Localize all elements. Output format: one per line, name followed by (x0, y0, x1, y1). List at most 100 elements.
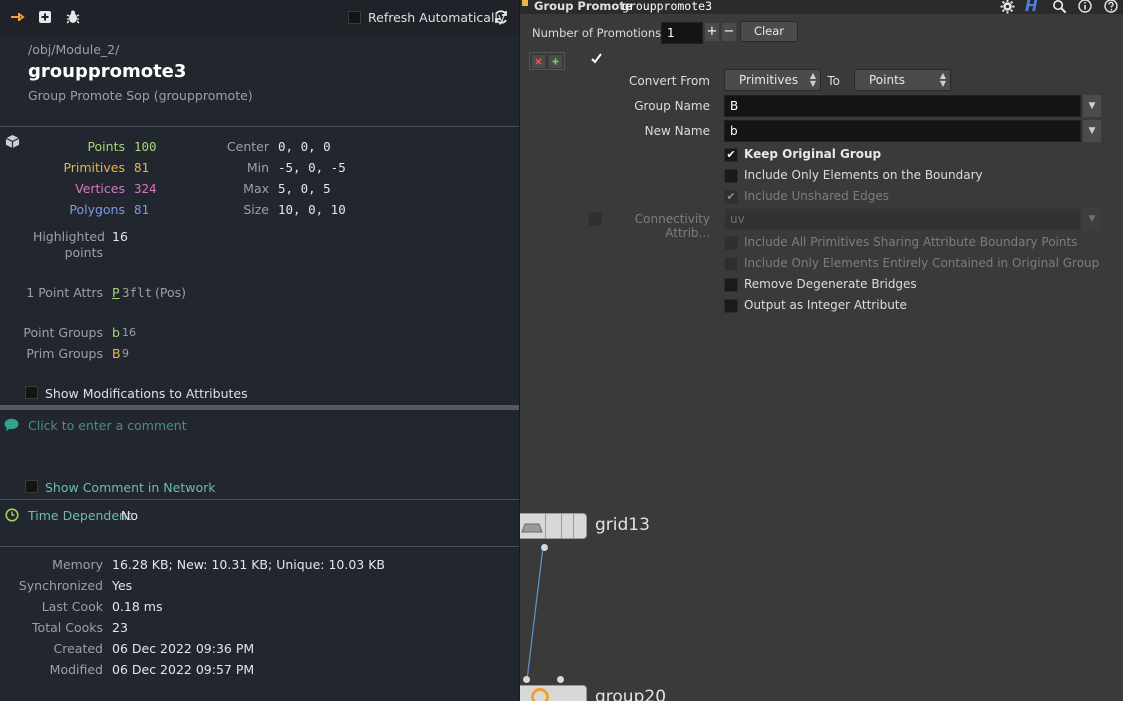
convert-to-menu[interactable]: Points ▲ ▼ (854, 69, 951, 91)
points-value: 100 (134, 139, 157, 154)
help-icon[interactable] (1104, 0, 1118, 16)
contained-only-checkbox[interactable] (724, 257, 738, 271)
convert-from-label: Convert From (629, 74, 710, 88)
refresh-icon[interactable] (493, 9, 509, 25)
keep-original-group-checkbox[interactable]: ✔ (724, 148, 738, 162)
convert-from-menu[interactable]: Primitives ▲ ▼ (724, 69, 821, 91)
node-wire (526, 546, 544, 681)
connectivity-input[interactable]: uv (724, 208, 1081, 230)
connectivity-enable-checkbox[interactable] (588, 212, 602, 226)
last-cook-label: Last Cook (41, 599, 103, 614)
node-color-icon (522, 0, 528, 6)
point-group-count: 16 (122, 326, 136, 339)
menu-arrows-icon: ▲ ▼ (939, 71, 946, 88)
synchronized-label: Synchronized (18, 578, 103, 593)
created-value: 06 Dec 2022 09:36 PM (112, 641, 255, 656)
convert-from-value: Primitives (739, 73, 799, 87)
highlighted-value: 16 (112, 229, 128, 244)
center-label: Center (226, 139, 269, 154)
remove-degenerate-checkbox[interactable] (724, 278, 738, 292)
min-label: Min (246, 160, 269, 175)
new-name-input[interactable]: b (724, 120, 1081, 142)
comment-input[interactable]: Click to enter a comment (28, 418, 187, 433)
center-value: 0, 0, 0 (278, 139, 331, 154)
refresh-automatically-checkbox[interactable] (348, 11, 361, 24)
connectivity-label: Connectivity Attrib... (634, 212, 710, 240)
modified-value: 06 Dec 2022 09:57 PM (112, 662, 255, 677)
node-name-field[interactable]: grouppromote3 (622, 0, 712, 13)
share-boundary-checkbox[interactable] (724, 236, 738, 250)
gear-icon[interactable] (1000, 0, 1015, 17)
input-connector[interactable] (523, 676, 530, 683)
prim-group-name: B (112, 346, 121, 361)
boundary-only-checkbox[interactable] (724, 169, 738, 183)
highlighted-label-2: points (64, 245, 103, 260)
bug-icon[interactable] (65, 9, 81, 25)
input-connector[interactable] (557, 676, 564, 683)
polygons-value: 81 (134, 202, 150, 217)
info-toolbar: Refresh Automatically (0, 0, 519, 34)
splitter[interactable] (0, 405, 519, 410)
add-promotion-button[interactable]: + (705, 23, 719, 41)
max-label: Max (243, 181, 269, 196)
multiparm-enable-checkmark[interactable] (590, 52, 603, 68)
node-path: /obj/Module_2/ (28, 42, 120, 57)
show-modifications-checkbox[interactable] (25, 386, 38, 399)
node-grid13-label[interactable]: grid13 (595, 515, 650, 535)
show-modifications-label: Show Modifications to Attributes (45, 386, 248, 401)
output-connector[interactable] (541, 544, 548, 551)
num-promotions-input[interactable]: 1 (661, 22, 703, 44)
connectivity-dropdown-icon[interactable]: ▼ (1083, 208, 1101, 230)
cube-icon (5, 134, 20, 152)
houdini-h-icon[interactable]: H (1025, 0, 1038, 15)
share-boundary-label: Include All Primitives Sharing Attribute… (744, 235, 1078, 249)
menu-arrows-icon: ▲ ▼ (809, 71, 816, 88)
node-name: grouppromote3 (28, 61, 187, 82)
point-attrs-label: 1 Point Attrs (26, 285, 103, 300)
insert-icon[interactable] (549, 55, 562, 68)
time-dependent-label: Time Dependent (28, 508, 132, 523)
show-comment-checkbox[interactable] (25, 480, 38, 493)
node-group20-label[interactable]: group20 (595, 687, 666, 701)
total-cooks-value: 23 (112, 620, 128, 635)
point-attr-note: (Pos) (155, 285, 187, 300)
node-flag-divider (573, 513, 574, 539)
min-value: -5, 0, -5 (278, 160, 346, 175)
refresh-automatically-label: Refresh Automatically (368, 10, 506, 25)
integer-attribute-checkbox[interactable] (724, 299, 738, 313)
parameter-header: Group Promote grouppromote3 H (520, 0, 1123, 17)
node-flag-divider (545, 513, 546, 539)
unshared-edges-checkbox[interactable]: ✔ (724, 190, 738, 204)
network-editor[interactable]: grid13 group20 (519, 449, 1123, 701)
speech-bubble-icon (4, 418, 19, 435)
node-info-panel: Refresh Automatically /obj/Module_2/ gro… (0, 0, 519, 701)
search-icon[interactable] (1052, 0, 1067, 17)
size-label: Size (243, 202, 269, 217)
point-attr-name[interactable]: P (112, 285, 120, 300)
group-name-dropdown-icon[interactable]: ▼ (1083, 95, 1101, 117)
node-group20[interactable] (520, 685, 587, 701)
point-groups-label: Point Groups (23, 325, 103, 340)
new-name-dropdown-icon[interactable]: ▼ (1083, 120, 1101, 142)
divider (0, 126, 519, 127)
add-icon[interactable] (37, 9, 53, 25)
polygons-label: Polygons (69, 202, 125, 217)
total-cooks-label: Total Cooks (32, 620, 103, 635)
remove-promotion-button[interactable]: − (722, 23, 736, 41)
group-icon (531, 688, 549, 701)
node-grid13[interactable] (520, 513, 587, 539)
group-name-input[interactable]: B (724, 95, 1081, 117)
num-promotions-label: Number of Promotions (532, 26, 662, 40)
contained-only-label: Include Only Elements Entirely Contained… (744, 256, 1100, 270)
grid-icon (521, 522, 543, 536)
boundary-only-label: Include Only Elements on the Boundary (744, 168, 983, 182)
remove-icon[interactable] (532, 55, 545, 68)
synchronized-value: Yes (112, 578, 133, 593)
clock-icon (5, 508, 19, 525)
info-icon[interactable] (1078, 0, 1092, 16)
time-dependent-value: No (121, 508, 138, 523)
pin-icon[interactable] (9, 9, 25, 25)
clear-button[interactable]: Clear (740, 21, 798, 42)
integer-attribute-label: Output as Integer Attribute (744, 298, 907, 312)
show-comment-label: Show Comment in Network (45, 480, 216, 495)
